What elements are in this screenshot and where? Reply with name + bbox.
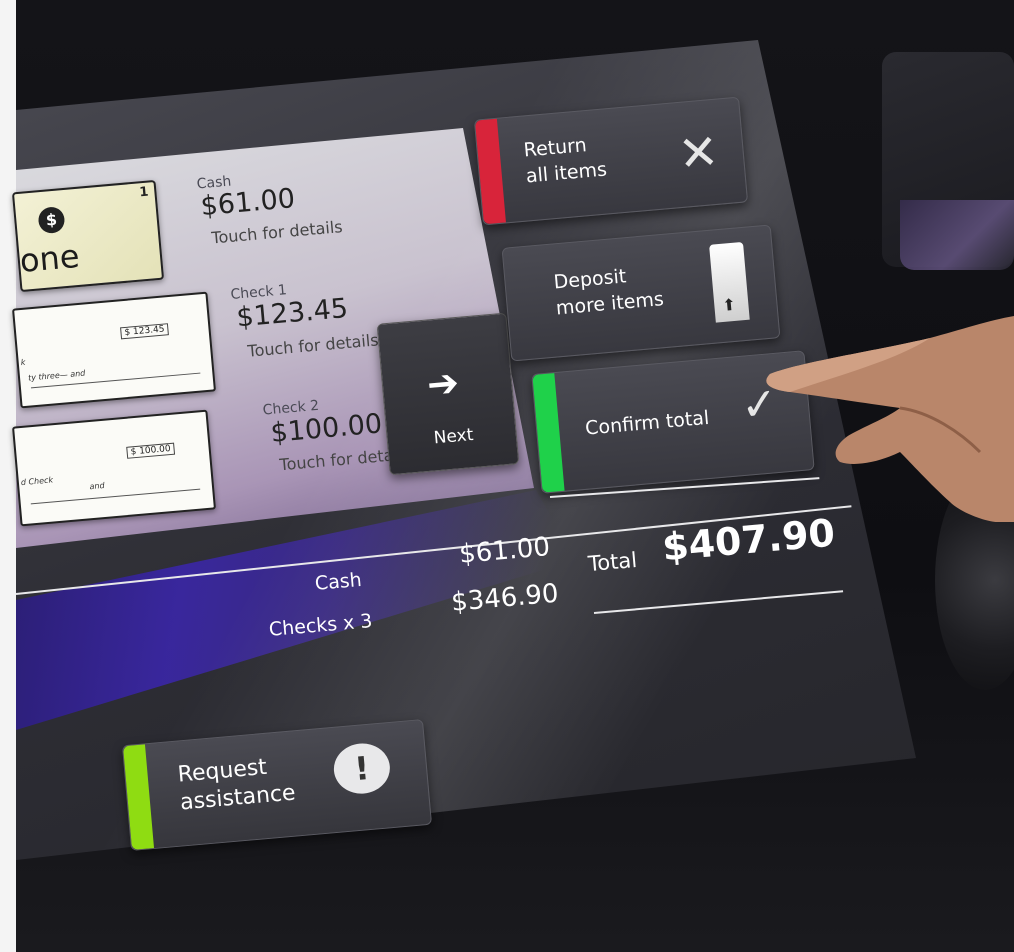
- close-icon: ✕: [676, 123, 722, 183]
- alert-icon: !: [331, 741, 392, 796]
- user-hand: [766, 316, 1014, 522]
- assist-label-line2: assistance: [179, 780, 297, 816]
- check-1-amount-box: $ 123.45: [120, 323, 169, 340]
- assist-label-line1: Request: [176, 754, 268, 788]
- confirm-label: Confirm total: [584, 406, 711, 440]
- deposit-more-items-button[interactable]: Deposit more items: [501, 224, 781, 362]
- deposit-slot-icon: [709, 241, 750, 323]
- cash-item-image[interactable]: $ 1 one: [11, 179, 165, 293]
- check-1-image[interactable]: $ 123.45 k ty three— and: [12, 291, 216, 409]
- summary-cash-label: Cash: [314, 568, 363, 595]
- return-label-line1: Return: [522, 134, 588, 162]
- card-slot-light: [900, 200, 1014, 270]
- cash-card-word: one: [18, 236, 81, 280]
- total-label: Total: [587, 547, 638, 577]
- dollar-icon: $: [37, 206, 66, 235]
- check-1-payee: k: [20, 357, 26, 368]
- check-2-written-amount: and: [89, 480, 105, 492]
- check-2-image[interactable]: $ 100.00 d Check and: [12, 409, 216, 527]
- left-border: [0, 0, 16, 952]
- check-1-written-amount: ty three— and: [27, 368, 86, 383]
- next-button-label: Next: [432, 424, 475, 449]
- check-2-amount-box: $ 100.00: [126, 442, 176, 459]
- check-2-line: [30, 488, 201, 505]
- return-label-line2: all items: [525, 158, 608, 188]
- check-2-payee: d Check: [20, 475, 54, 488]
- deposit-label-line1: Deposit: [552, 265, 628, 294]
- next-button[interactable]: ➔ Next: [376, 312, 520, 476]
- arrow-right-icon: ➔: [425, 360, 461, 407]
- cash-count-badge: 1: [138, 184, 150, 201]
